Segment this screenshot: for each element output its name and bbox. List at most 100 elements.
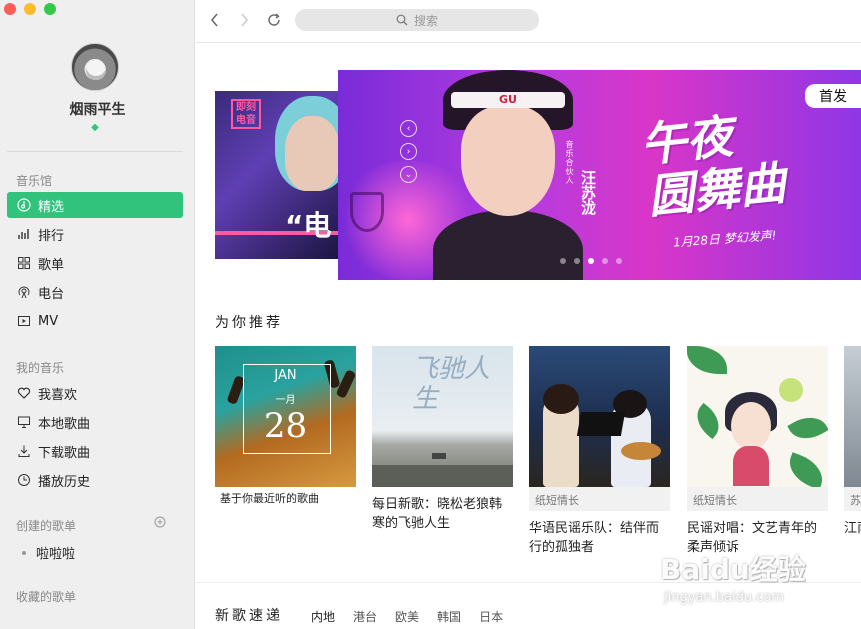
section-title-collected: 收藏的歌单 bbox=[16, 590, 77, 604]
banner-controls: ‹ › ⌄ bbox=[400, 120, 417, 183]
car-figure bbox=[432, 453, 446, 459]
playlist-cover[interactable]: 飞驰人生 bbox=[372, 346, 513, 487]
sidebar: 烟雨平生 ◆ 音乐馆 精选 排行 歌单 电台 MV 我的音乐 我喜欢 本地歌曲 … bbox=[0, 0, 195, 629]
sidebar-item-downloads[interactable]: 下载歌曲 bbox=[7, 438, 183, 464]
playlist-subtitle: 纸短情长 bbox=[687, 487, 828, 511]
banner-badge: 首发 bbox=[805, 84, 861, 108]
window-controls bbox=[4, 3, 56, 15]
video-icon bbox=[16, 313, 32, 329]
playlist-cover[interactable] bbox=[687, 346, 828, 487]
region-tabs: 内地 港台 欧美 韩国 日本 bbox=[311, 608, 503, 625]
cover-title-text: 飞驰人生 bbox=[412, 354, 491, 414]
leaf-decoration bbox=[787, 409, 828, 447]
leaf-decoration bbox=[687, 346, 727, 374]
pagination-dot[interactable] bbox=[574, 258, 580, 264]
search-input[interactable]: 搜索 bbox=[295, 9, 539, 31]
tab-mainland[interactable]: 内地 bbox=[311, 608, 335, 625]
artist-body bbox=[433, 210, 583, 280]
main-content: 即刻电音 “电 ‹ › ⌄ GU 音乐合伙人 汪苏泷 午夜 圆舞曲 1月28日 … bbox=[196, 44, 861, 629]
monitor-icon bbox=[16, 414, 32, 430]
minimize-window-button[interactable] bbox=[24, 3, 36, 15]
download-icon bbox=[16, 443, 32, 459]
playlist-item[interactable]: 啦啦啦 bbox=[22, 543, 75, 562]
bar-chart-icon bbox=[16, 226, 32, 242]
playlist-card[interactable]: JAN 一月 28 基于你最近听的歌曲 bbox=[215, 346, 356, 506]
username[interactable]: 烟雨平生 bbox=[0, 99, 195, 119]
playlist-title[interactable]: 江南立, bbox=[844, 519, 861, 538]
refresh-button[interactable] bbox=[265, 11, 283, 29]
sidebar-item-playlists[interactable]: 歌单 bbox=[7, 250, 183, 276]
sidebar-item-favorites[interactable]: 我喜欢 bbox=[7, 380, 183, 406]
playlist-card[interactable]: 纸短情长 民谣对唱：文艺青年的柔声倾诉 bbox=[687, 346, 828, 557]
leaf-decoration bbox=[689, 402, 727, 440]
banner-left-text: “电 bbox=[285, 209, 332, 242]
section-title-my-music: 我的音乐 bbox=[16, 361, 65, 375]
sidebar-item-label: 排行 bbox=[38, 228, 65, 244]
banner-artist-photo: GU bbox=[433, 70, 583, 280]
girl-face bbox=[731, 402, 771, 450]
playlist-card[interactable]: 纸短情长 华语民谣乐队：结伴而行的孤独者 bbox=[529, 346, 670, 557]
banner-left[interactable]: 即刻电音 “电 bbox=[215, 91, 340, 259]
section-title-music-hall: 音乐馆 bbox=[16, 174, 53, 188]
banner-main[interactable]: ‹ › ⌄ GU 音乐合伙人 汪苏泷 午夜 圆舞曲 1月28日 梦幻发声! 首发 bbox=[338, 70, 861, 280]
playlist-title[interactable]: 华语民谣乐队：结伴而行的孤独者 bbox=[529, 519, 670, 557]
tab-hk-tw[interactable]: 港台 bbox=[353, 608, 377, 625]
playlist-cover[interactable]: JAN 一月 28 bbox=[215, 346, 356, 487]
banner-left-portrait bbox=[285, 116, 340, 191]
avatar[interactable] bbox=[71, 43, 119, 91]
sidebar-item-label: 我喜欢 bbox=[38, 387, 78, 403]
playlist-title[interactable]: 基于你最近听的歌曲 bbox=[215, 492, 356, 506]
section-title-new-songs: 新歌速递 bbox=[215, 608, 283, 624]
playlist-subtitle: 纸短情长 bbox=[529, 487, 670, 511]
tab-korea[interactable]: 韩国 bbox=[437, 608, 461, 625]
grid-icon bbox=[16, 255, 32, 271]
sidebar-item-mv[interactable]: MV bbox=[7, 308, 183, 334]
pagination-dot-active[interactable] bbox=[588, 258, 594, 264]
sidebar-item-label: 本地歌曲 bbox=[38, 416, 91, 432]
sidebar-item-history[interactable]: 播放历史 bbox=[7, 467, 183, 493]
playlist-card[interactable]: 苏 江南立, bbox=[844, 346, 861, 538]
watermark-logo: Baidu经验 bbox=[660, 553, 806, 586]
pagination-dot[interactable] bbox=[616, 258, 622, 264]
section-title-created: 创建的歌单 bbox=[16, 519, 77, 533]
divider bbox=[7, 151, 183, 152]
road-figure bbox=[372, 465, 513, 487]
playlist-cover[interactable] bbox=[844, 346, 861, 487]
singer-head bbox=[543, 384, 579, 414]
search-placeholder: 搜索 bbox=[413, 13, 438, 28]
section-title-recommend: 为你推荐 bbox=[215, 315, 283, 331]
zoom-window-button[interactable] bbox=[44, 3, 56, 15]
chevron-down-icon[interactable]: ⌄ bbox=[400, 166, 417, 183]
sidebar-item-label: 播放历史 bbox=[38, 474, 91, 490]
pagination-dot[interactable] bbox=[602, 258, 608, 264]
back-button[interactable] bbox=[206, 11, 224, 29]
sidebar-item-radio[interactable]: 电台 bbox=[7, 279, 183, 305]
chevron-left-icon[interactable]: ‹ bbox=[400, 120, 417, 137]
playlist-card[interactable]: 飞驰人生 每日新歌：晓松老狼韩寒的飞驰人生 bbox=[372, 346, 513, 533]
chevron-right-icon[interactable]: › bbox=[400, 143, 417, 160]
sidebar-item-local[interactable]: 本地歌曲 bbox=[7, 409, 183, 435]
leaf-decoration bbox=[783, 452, 828, 487]
fruit-decoration bbox=[779, 378, 803, 402]
sidebar-item-charts[interactable]: 排行 bbox=[7, 221, 183, 247]
playlist-title[interactable]: 每日新歌：晓松老狼韩寒的飞驰人生 bbox=[372, 495, 513, 533]
pagination-dot[interactable] bbox=[560, 258, 566, 264]
add-playlist-icon[interactable] bbox=[154, 516, 166, 528]
disc-icon bbox=[16, 197, 32, 213]
close-window-button[interactable] bbox=[4, 3, 16, 15]
sidebar-item-featured[interactable]: 精选 bbox=[7, 192, 183, 218]
artist-headband: GU bbox=[451, 92, 565, 108]
playlist-item-label: 啦啦啦 bbox=[36, 547, 76, 562]
radio-icon bbox=[16, 284, 32, 300]
guitar bbox=[621, 442, 661, 460]
sidebar-item-label: 精选 bbox=[38, 199, 65, 215]
vip-diamond-icon[interactable]: ◆ bbox=[89, 123, 101, 133]
tab-western[interactable]: 欧美 bbox=[395, 608, 419, 625]
banner-left-tag: 即刻电音 bbox=[231, 99, 261, 129]
bullet-dot bbox=[22, 550, 26, 555]
forward-button[interactable] bbox=[235, 11, 253, 29]
sidebar-item-label: MV bbox=[38, 313, 59, 329]
banner-pagination bbox=[560, 258, 622, 264]
playlist-cover[interactable] bbox=[529, 346, 670, 487]
tab-japan[interactable]: 日本 bbox=[479, 608, 503, 625]
